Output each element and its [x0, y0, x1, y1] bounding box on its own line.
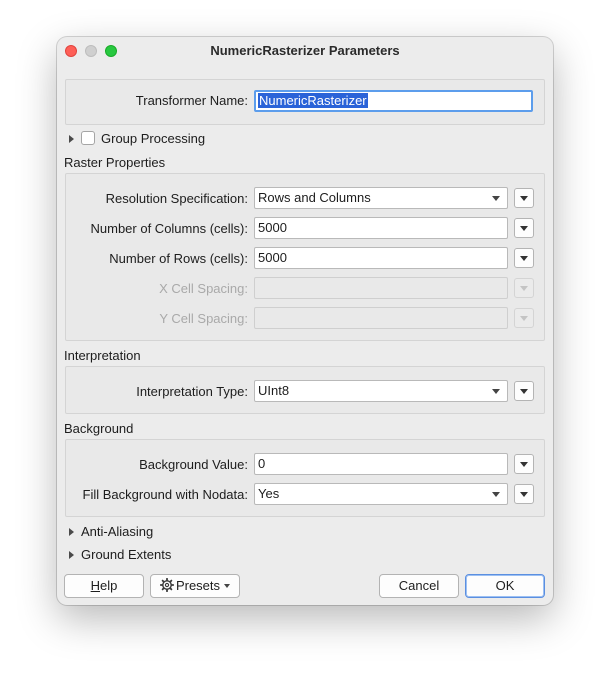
- presets-button[interactable]: Presets: [150, 574, 240, 598]
- chevron-down-icon: [520, 226, 528, 231]
- disclosure-triangle-icon[interactable]: [69, 134, 74, 143]
- x-cell-spacing-input: [254, 277, 508, 299]
- interpretation-panel: Interpretation Type: UInt8: [65, 366, 545, 414]
- chevron-down-icon: [520, 256, 528, 261]
- rows-value: 5000: [258, 250, 287, 265]
- background-panel: Background Value: 0 Fill Background with…: [65, 439, 545, 517]
- resolution-spec-value: Rows and Columns: [258, 190, 371, 205]
- anti-aliasing-expander[interactable]: Anti-Aliasing: [69, 524, 153, 539]
- fill-nodata-menu-button[interactable]: [514, 484, 534, 504]
- columns-value: 5000: [258, 220, 287, 235]
- x-cell-spacing-menu-button: [514, 278, 534, 298]
- background-heading: Background: [64, 421, 134, 436]
- ground-extents-label: Ground Extents: [81, 547, 172, 562]
- interpretation-heading: Interpretation: [64, 348, 141, 363]
- dialog-window: NumericRasterizer Parameters Transformer…: [57, 37, 553, 605]
- chevron-down-icon: [224, 583, 231, 588]
- background-value-label: Background Value:: [139, 457, 248, 472]
- rows-menu-button[interactable]: [514, 248, 534, 268]
- y-cell-spacing-menu-button: [514, 308, 534, 328]
- help-mnemonic: H: [90, 578, 101, 593]
- disclosure-triangle-icon: [69, 527, 74, 536]
- chevron-down-icon: [520, 492, 528, 497]
- rows-input[interactable]: 5000: [254, 247, 508, 269]
- transformer-name-input[interactable]: NumericRasterizer: [254, 90, 533, 112]
- columns-label: Number of Columns (cells):: [90, 221, 249, 236]
- group-processing-label: Group Processing: [101, 131, 206, 146]
- group-processing-checkbox[interactable]: [81, 131, 95, 146]
- chevron-down-icon: [492, 389, 500, 394]
- rows-label: Number of Rows (cells):: [109, 251, 248, 266]
- ok-button[interactable]: OK: [465, 574, 545, 598]
- chevron-down-icon: [520, 316, 528, 321]
- background-value-text: 0: [258, 456, 266, 471]
- y-cell-spacing-input: [254, 307, 508, 329]
- background-value-input[interactable]: 0: [254, 453, 508, 475]
- presets-label: Presets: [175, 578, 221, 593]
- interpretation-type-value: UInt8: [258, 383, 290, 398]
- help-button[interactable]: Help: [64, 574, 144, 598]
- chevron-down-icon: [520, 286, 528, 291]
- fill-nodata-value: Yes: [258, 486, 280, 501]
- disclosure-triangle-icon: [69, 550, 74, 559]
- background-value-menu-button[interactable]: [514, 454, 534, 474]
- resolution-spec-label: Resolution Specification:: [105, 191, 248, 206]
- chevron-down-icon: [520, 196, 528, 201]
- interpretation-type-label: Interpretation Type:: [136, 384, 248, 399]
- raster-properties-panel: Resolution Specification: Rows and Colum…: [65, 173, 545, 341]
- resolution-spec-select[interactable]: Rows and Columns: [254, 187, 508, 209]
- columns-menu-button[interactable]: [514, 218, 534, 238]
- interpretation-type-menu-button[interactable]: [514, 381, 534, 401]
- transformer-name-selected-text: NumericRasterizer: [258, 93, 368, 108]
- chevron-down-icon: [492, 492, 500, 497]
- y-cell-spacing-label: Y Cell Spacing:: [159, 311, 248, 326]
- gear-icon: [159, 578, 174, 593]
- fill-nodata-select[interactable]: Yes: [254, 483, 508, 505]
- chevron-down-icon: [520, 462, 528, 467]
- transformer-name-label: Transformer Name:: [135, 93, 248, 108]
- ground-extents-expander[interactable]: Ground Extents: [69, 547, 171, 562]
- interpretation-type-select[interactable]: UInt8: [254, 380, 508, 402]
- chevron-down-icon: [492, 196, 500, 201]
- group-processing-row[interactable]: Group Processing: [69, 131, 205, 146]
- title-bar: NumericRasterizer Parameters: [57, 37, 553, 65]
- window-title: NumericRasterizer Parameters: [210, 43, 400, 58]
- raster-properties-heading: Raster Properties: [64, 155, 166, 170]
- cancel-button[interactable]: Cancel: [379, 574, 459, 598]
- resolution-spec-menu-button[interactable]: [514, 188, 534, 208]
- chevron-down-icon: [520, 389, 528, 394]
- fill-nodata-label: Fill Background with Nodata:: [82, 487, 248, 502]
- x-cell-spacing-label: X Cell Spacing:: [159, 281, 248, 296]
- columns-input[interactable]: 5000: [254, 217, 508, 239]
- transformer-name-panel: Transformer Name: NumericRasterizer: [65, 79, 545, 125]
- help-label: elp: [100, 578, 118, 593]
- anti-aliasing-label: Anti-Aliasing: [81, 524, 154, 539]
